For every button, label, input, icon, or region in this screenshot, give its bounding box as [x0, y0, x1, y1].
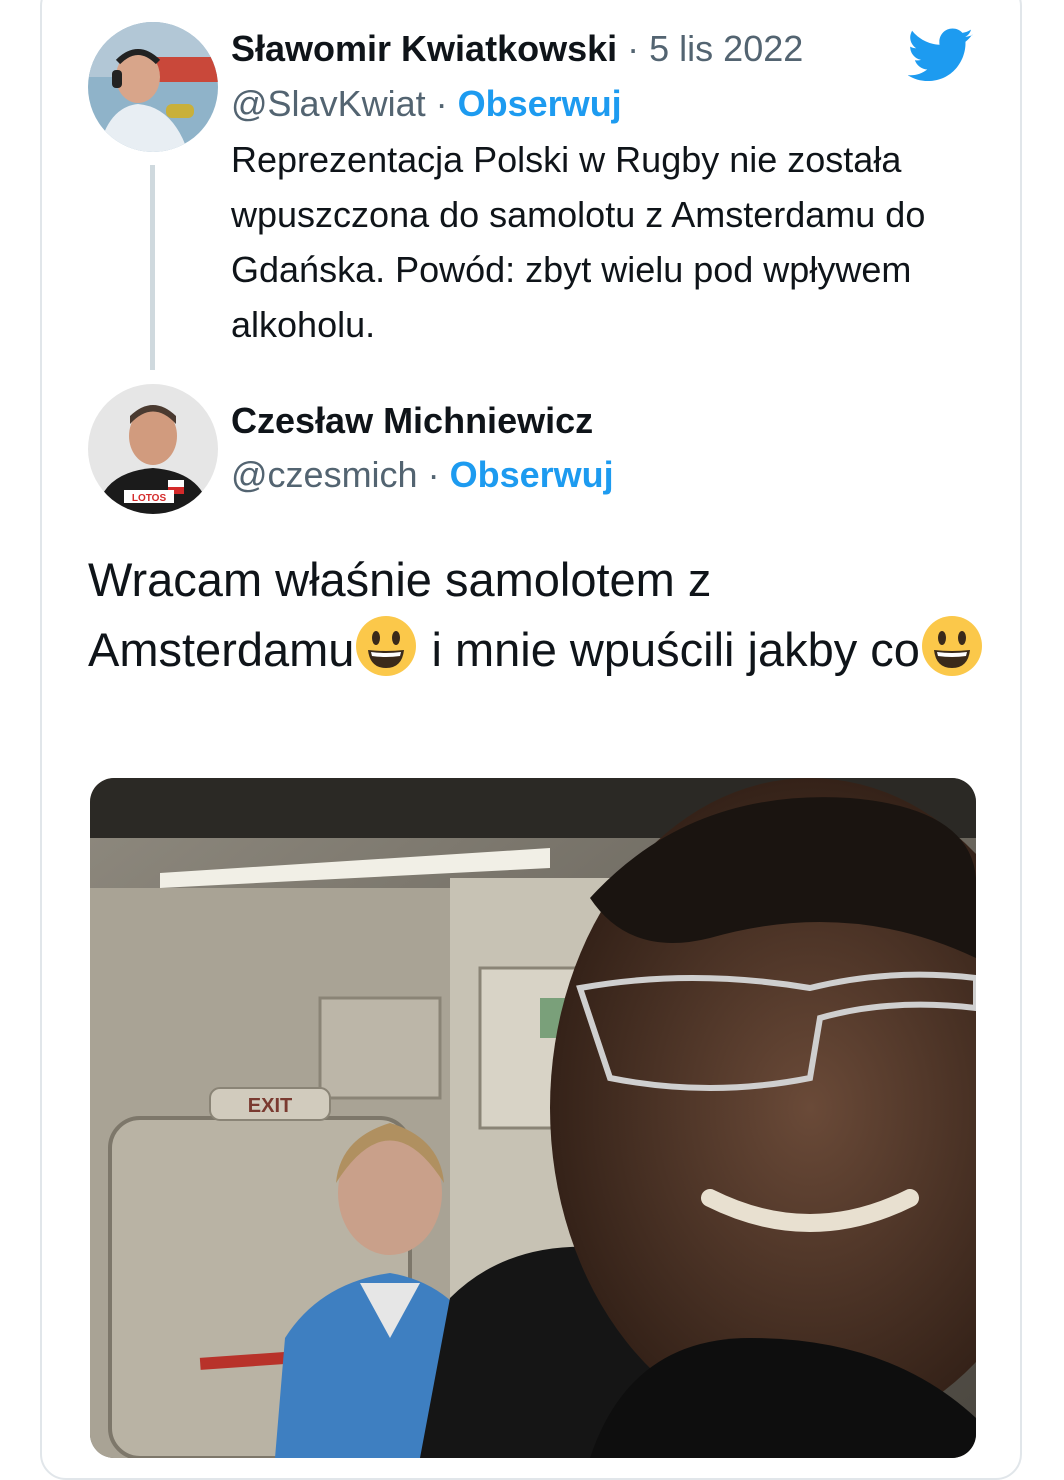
- follow-button[interactable]: Obserwuj: [450, 454, 614, 495]
- avatar-shirt-logo: LOTOS: [132, 493, 167, 504]
- separator-dot: ·: [435, 83, 448, 124]
- avatar-slawomir-kwiatkowski[interactable]: [88, 22, 218, 152]
- twitter-bird-icon[interactable]: [908, 28, 974, 84]
- separator-dot: ·: [627, 28, 640, 69]
- tweet-photo[interactable]: EXIT: [90, 778, 976, 1458]
- grinning-face-icon: [921, 616, 982, 676]
- reply-text-part-2: i mnie wpuścili jakby co: [418, 623, 920, 676]
- reply-tweet-handle-row: @czesmich · Obserwuj: [231, 453, 614, 497]
- thread-connector-line: [150, 165, 155, 370]
- reply-tweet-header: Czesław Michniewicz: [231, 399, 593, 443]
- author-name[interactable]: Czesław Michniewicz: [231, 400, 593, 441]
- avatar-czeslaw-michniewicz[interactable]: LOTOS: [88, 384, 218, 514]
- separator-dot: ·: [427, 454, 440, 495]
- grinning-face-icon: [356, 616, 417, 676]
- author-handle[interactable]: @czesmich: [231, 454, 418, 495]
- original-tweet-text: Reprezentacja Polski w Rugby nie została…: [231, 139, 926, 345]
- original-tweet-header: Sławomir Kwiatkowski · 5 lis 2022: [231, 27, 803, 71]
- photo-exit-sign: EXIT: [248, 1095, 292, 1117]
- original-tweet-handle-row: @SlavKwiat · Obserwuj: [231, 82, 622, 126]
- author-handle[interactable]: @SlavKwiat: [231, 83, 426, 124]
- tweet-date[interactable]: 5 lis 2022: [649, 28, 803, 69]
- reply-tweet-text: Wracam właśnie samolotem z Amsterdamu i …: [88, 546, 988, 684]
- follow-button[interactable]: Obserwuj: [458, 83, 622, 124]
- author-name[interactable]: Sławomir Kwiatkowski: [231, 28, 617, 69]
